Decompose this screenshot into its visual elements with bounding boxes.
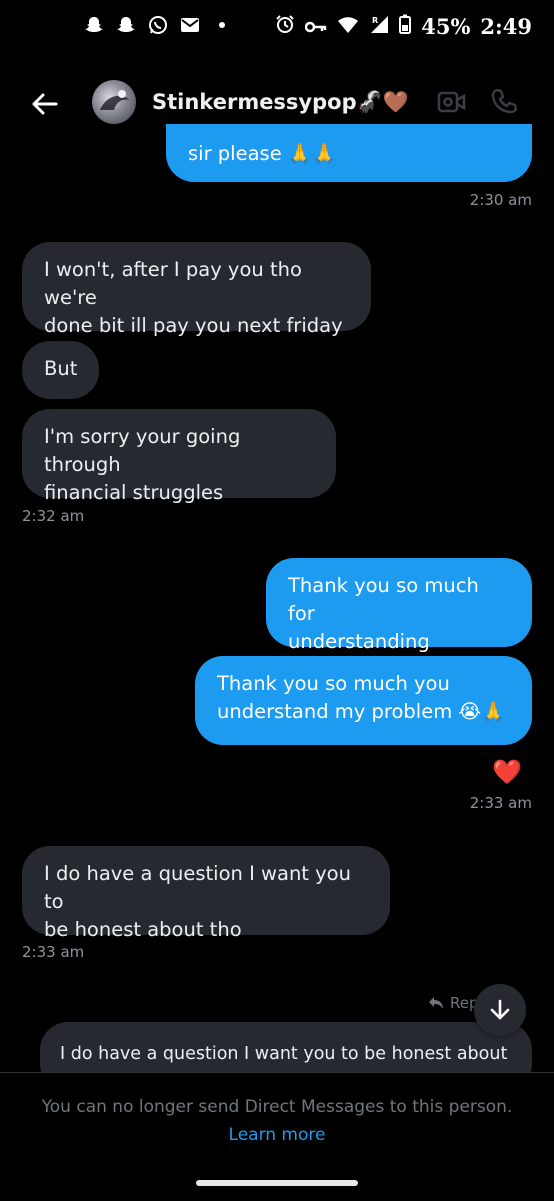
learn-more-link[interactable]: Learn more xyxy=(0,1125,554,1145)
message-text-line: I won't, after I pay you tho we're xyxy=(44,258,302,309)
message-bubble-incoming[interactable]: I do have a question I want you to be ho… xyxy=(22,846,390,941)
message-text-line: understand my problem 😭🙏 xyxy=(217,700,506,723)
message-bubble-outgoing[interactable]: Thank you so much you understand my prob… xyxy=(195,656,532,745)
message-text-line: understanding xyxy=(288,630,430,653)
heart-reaction[interactable]: ❤️ xyxy=(492,758,522,786)
avatar[interactable] xyxy=(92,80,136,124)
video-call-icon[interactable] xyxy=(437,90,467,118)
message-text-line: I'm sorry your going through xyxy=(44,425,241,476)
message-bubble-outgoing[interactable]: Thank you so much for understanding xyxy=(266,558,532,653)
message-text-line: done bit ill pay you next friday xyxy=(44,314,343,337)
message-text-line: be honest about tho xyxy=(44,918,242,941)
message-bubble-incoming[interactable]: I'm sorry your going through financial s… xyxy=(22,409,336,504)
scroll-to-bottom-button[interactable] xyxy=(474,984,526,1036)
whatsapp-icon xyxy=(148,15,168,35)
svg-text:R: R xyxy=(372,16,378,25)
message-text-line: financial struggles xyxy=(44,481,224,504)
reply-icon xyxy=(429,997,443,1009)
message-text-line: I do have a question I want you to xyxy=(44,862,351,913)
message-bubble-incoming[interactable]: I won't, after I pay you tho we're done … xyxy=(22,242,371,337)
wifi-icon xyxy=(337,14,359,39)
message-timestamp: 2:30 am xyxy=(469,191,532,209)
battery-percent: 45% xyxy=(421,14,471,39)
message-text-line: Thank you so much for xyxy=(288,574,479,625)
contact-name[interactable]: Stinkermessypop🦨🤎 xyxy=(152,90,409,115)
vpn-key-icon xyxy=(304,14,327,39)
message-timestamp: 2:33 am xyxy=(22,943,85,961)
message-bubble-incoming[interactable]: But xyxy=(22,341,99,399)
more-notifications-dot-icon xyxy=(212,15,232,35)
snapchat-icon xyxy=(84,15,104,35)
dm-restricted-notice: You can no longer send Direct Messages t… xyxy=(41,1097,513,1117)
system-status: R 45% 2:49 xyxy=(275,14,532,39)
battery-icon xyxy=(399,14,412,39)
mail-icon xyxy=(180,15,200,35)
phone-call-icon[interactable] xyxy=(490,87,518,119)
clock: 2:49 xyxy=(480,14,532,39)
message-bubble-outgoing[interactable]: sir please 🙏🙏 xyxy=(166,124,532,182)
signal-icon: R xyxy=(369,14,389,39)
message-text-line: Thank you so much you xyxy=(217,672,450,695)
message-timestamp: 2:33 am xyxy=(469,794,532,812)
contact-name-emoji: 🦨🤎 xyxy=(356,90,409,114)
home-indicator[interactable] xyxy=(196,1180,358,1186)
arrow-down-icon xyxy=(490,999,510,1020)
contact-name-text: Stinkermessypop xyxy=(152,90,357,114)
notification-icons xyxy=(84,15,232,35)
alarm-icon xyxy=(275,14,295,39)
message-text: But xyxy=(44,357,78,380)
back-arrow-icon[interactable] xyxy=(28,88,60,120)
message-text: sir please 🙏🙏 xyxy=(188,142,337,165)
message-timestamp: 2:32 am xyxy=(22,507,85,525)
snapchat-icon xyxy=(116,15,136,35)
status-bar: R 45% 2:49 xyxy=(0,0,554,56)
